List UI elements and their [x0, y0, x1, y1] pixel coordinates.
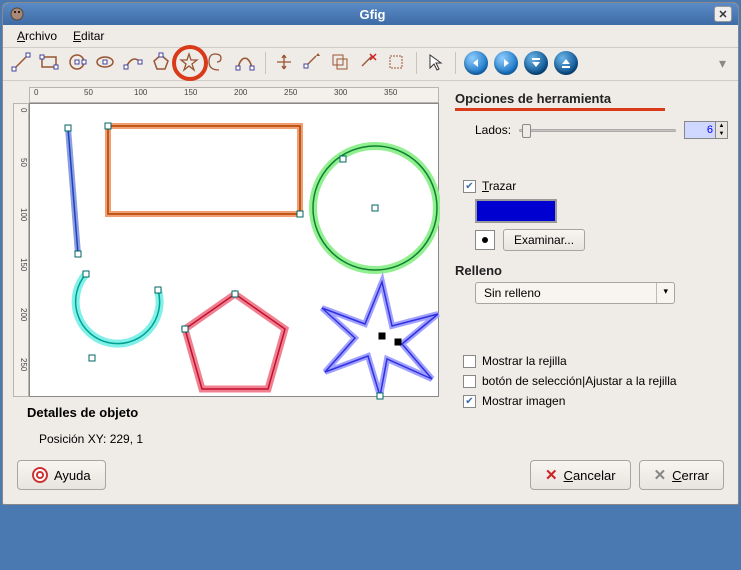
highlight-underline: [455, 108, 665, 111]
tool-spiral[interactable]: [205, 50, 231, 76]
tool-options-panel: Opciones de herramienta Lados: ▲▼ ✔ Traz…: [455, 87, 728, 450]
details-title: Detalles de objeto: [27, 405, 431, 420]
toolbar-separator: [455, 52, 456, 74]
show-image-checkbox[interactable]: ✔: [463, 395, 476, 408]
dialog-footer: Ayuda ✕ Cancelar ✕ Cerrar: [3, 450, 738, 504]
content-area: 0 50 100 150 200 250 300 350 0 50 100 15…: [3, 81, 738, 450]
nav-next[interactable]: [494, 51, 518, 75]
nav-bottom[interactable]: [554, 51, 578, 75]
tool-arc[interactable]: [121, 50, 147, 76]
toolbar: ▾: [3, 48, 738, 81]
tool-bezier[interactable]: [233, 50, 259, 76]
fill-value: Sin relleno: [476, 283, 656, 303]
toolbar-overflow[interactable]: ▾: [719, 55, 732, 72]
tool-star[interactable]: [177, 50, 203, 76]
position-readout: Posición XY: 229, 1: [27, 432, 431, 446]
app-icon: [9, 6, 25, 22]
canvas-panel: 0 50 100 150 200 250 300 350 0 50 100 15…: [13, 87, 445, 450]
tool-options-title: Opciones de herramienta: [455, 91, 728, 106]
sides-spinbox[interactable]: ▲▼: [684, 121, 728, 139]
stroke-color-swatch[interactable]: [475, 199, 557, 223]
object-details: Detalles de objeto Posición XY: 229, 1: [13, 397, 445, 450]
tool-ellipse[interactable]: [93, 50, 119, 76]
tool-move-point[interactable]: [300, 50, 326, 76]
ruler-horizontal: 0 50 100 150 200 250 300 350: [29, 87, 439, 103]
sides-field: Lados: ▲▼: [475, 121, 728, 139]
show-grid-checkbox[interactable]: [463, 355, 476, 368]
tool-cursor[interactable]: [423, 50, 449, 76]
menu-file[interactable]: Archivo: [11, 27, 63, 45]
chevron-down-icon: ▾: [656, 283, 674, 303]
drawing-canvas[interactable]: [29, 103, 439, 397]
cancel-icon: ✕: [545, 466, 558, 484]
toolbar-separator: [416, 52, 417, 74]
brush-preview[interactable]: [475, 230, 495, 250]
nav-prev[interactable]: [464, 51, 488, 75]
show-grid-label: Mostrar la rejilla: [482, 354, 567, 368]
tool-circle[interactable]: [65, 50, 91, 76]
help-button[interactable]: Ayuda: [17, 460, 106, 490]
ruler-vertical: 0 50 100 150 200 250: [13, 103, 29, 397]
tool-select-object[interactable]: [384, 50, 410, 76]
tool-delete[interactable]: [356, 50, 382, 76]
tool-line[interactable]: [9, 50, 35, 76]
brush-browse-row: Examinar...: [475, 229, 728, 251]
spin-up-icon[interactable]: ▲: [716, 122, 727, 130]
sides-label: Lados:: [475, 123, 511, 137]
sides-slider[interactable]: [519, 123, 676, 137]
snap-grid-checkbox[interactable]: [463, 375, 476, 388]
help-icon: [32, 467, 48, 483]
menu-edit[interactable]: Editar: [67, 27, 110, 45]
nav-top[interactable]: [524, 51, 548, 75]
window-close-button[interactable]: ✕: [714, 6, 732, 22]
spin-down-icon[interactable]: ▼: [716, 130, 727, 138]
gfig-window: Gfig ✕ Archivo Editar ▾: [2, 2, 739, 505]
tool-copy[interactable]: [328, 50, 354, 76]
window-title: Gfig: [31, 7, 714, 22]
tool-polygon[interactable]: [149, 50, 175, 76]
cancel-button[interactable]: ✕ Cancelar: [530, 460, 631, 490]
titlebar[interactable]: Gfig ✕: [3, 3, 738, 25]
examine-button[interactable]: Examinar...: [503, 229, 585, 251]
show-image-label: Mostrar imagen: [482, 394, 565, 408]
fill-title: Relleno: [455, 263, 728, 278]
menubar: Archivo Editar: [3, 25, 738, 48]
fill-combo[interactable]: Sin relleno ▾: [475, 282, 675, 304]
toolbar-separator: [265, 52, 266, 74]
trace-label: Trazar: [482, 179, 516, 193]
trace-checkbox-row: ✔ Trazar: [463, 179, 728, 193]
tool-move-object[interactable]: [272, 50, 298, 76]
close-icon: ✕: [654, 466, 667, 484]
close-button[interactable]: ✕ Cerrar: [639, 460, 724, 490]
tool-rect[interactable]: [37, 50, 63, 76]
snap-grid-label: botón de selección|Ajustar a la rejilla: [482, 374, 677, 388]
trace-checkbox[interactable]: ✔: [463, 180, 476, 193]
sides-input[interactable]: [685, 122, 715, 138]
